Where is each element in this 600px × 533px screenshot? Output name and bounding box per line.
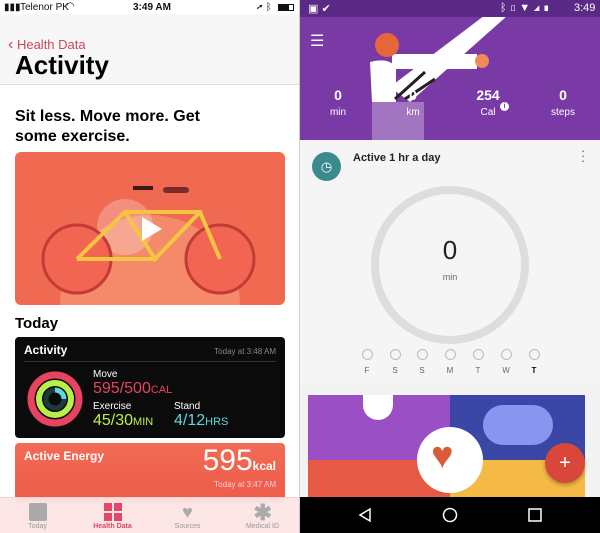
google-fit-logo[interactable]: ♥ [417, 427, 483, 493]
grid-icon [103, 503, 122, 521]
plus-icon: + [559, 452, 571, 474]
recents-icon[interactable] [528, 508, 542, 522]
location-bluetooth-icon: ➚ ᛒ [257, 2, 272, 13]
goal-value: 0 [442, 235, 458, 265]
battery-icon [278, 4, 294, 11]
goal-unit: min [442, 272, 458, 282]
play-icon[interactable] [140, 215, 164, 243]
activity-card[interactable]: Activity Today at 3:48 AM Move 595/500CA… [15, 337, 285, 438]
apple-health-screen: ▮▮▮ Telenor PK ◠ 3:49 AM ➚ ᛒ ‹ Health Da… [0, 0, 299, 533]
headline: Sit less. Move more. Get some exercise. [15, 108, 200, 145]
day-indicator: W [499, 349, 513, 375]
tab-bar: Today Health Data ♥ Sources ✱ Medical ID [0, 497, 299, 533]
page-title: Activity [15, 50, 109, 80]
tab-health-data[interactable]: Health Data [75, 498, 150, 533]
day-indicator-today: T [527, 349, 541, 375]
tab-label: Today [28, 523, 47, 530]
add-fab-button[interactable]: + [545, 443, 585, 483]
status-time: 3:49 AM [133, 2, 171, 13]
stat-min: 0 min [329, 87, 347, 118]
energy-timestamp: Today at 3:47 AM [214, 480, 276, 489]
stat-steps: 0 steps [551, 87, 575, 118]
energy-value: 595kcal [202, 444, 276, 477]
home-icon[interactable] [442, 507, 458, 523]
day-indicator: F [360, 349, 374, 375]
timer-icon: ◷ [312, 152, 341, 181]
exercise-label: Exercise [93, 401, 132, 412]
tab-label: Health Data [93, 523, 132, 530]
tab-label: Sources [174, 523, 201, 530]
divider [24, 361, 276, 362]
exercise-value: 45/30MIN [93, 412, 154, 429]
android-nav-bar [300, 497, 600, 533]
more-options-icon[interactable]: · · · [581, 144, 585, 167]
nav-bar: ‹ Health Data Activity [0, 14, 299, 85]
stat-cal[interactable]: 254 Cal [453, 87, 523, 118]
calendar-icon [28, 503, 47, 521]
section-today: Today [15, 315, 59, 332]
karate-illustration [370, 17, 506, 140]
asterisk-icon: ✱ [253, 500, 272, 525]
stat-km: 0 km [406, 87, 420, 118]
activity-card-title: Activity [24, 343, 68, 357]
tab-medical-id[interactable]: ✱ Medical ID [225, 498, 299, 533]
tab-today[interactable]: Today [0, 498, 75, 533]
day-indicator: S [388, 349, 402, 375]
chevron-left-icon: ‹ [8, 36, 14, 53]
move-label: Move [93, 369, 118, 380]
goal-title: Active 1 hr a day [353, 152, 441, 164]
signal-icon: ▮▮▮ [4, 2, 21, 13]
day-indicator: M [443, 349, 457, 375]
day-indicator: S [415, 349, 429, 375]
back-icon[interactable] [358, 508, 372, 522]
energy-title: Active Energy [24, 449, 105, 463]
status-time: 3:49 [574, 2, 596, 14]
activity-timestamp: Today at 3:48 AM [214, 347, 276, 356]
move-value: 595/500CAL [93, 380, 173, 397]
heart-download-icon: ♥ [182, 502, 193, 522]
stand-value: 4/12HRS [174, 412, 229, 429]
tab-sources[interactable]: ♥ Sources [150, 498, 225, 533]
stand-label: Stand [174, 401, 201, 412]
video-card[interactable] [15, 152, 285, 305]
image-notification-icon: ▣ ✔ [308, 3, 331, 15]
tab-label: Medical ID [245, 523, 280, 530]
heart-icon: ♥ [431, 435, 454, 477]
activity-rings-icon [27, 371, 83, 427]
status-icons: ᛒ ▯ ▼ ◢ ▮ [500, 2, 550, 14]
wifi-icon: ◠ [66, 1, 75, 12]
info-icon[interactable]: i [500, 102, 509, 111]
header-illustration: ☰ [300, 17, 600, 140]
carrier: Telenor PK [20, 2, 69, 13]
active-energy-card[interactable]: Active Energy 595kcal Today at 3:47 AM [15, 443, 285, 503]
day-indicator: T [471, 349, 485, 375]
menu-icon[interactable]: ☰ [310, 31, 324, 51]
android-status-bar: ▣ ✔ ᛒ ▯ ▼ ◢ ▮ 3:49 [300, 0, 600, 17]
google-fit-screen: ▣ ✔ ᛒ ▯ ▼ ◢ ▮ 3:49 ☰ 0 min 0 km 254 Cal i 0… [300, 0, 600, 533]
